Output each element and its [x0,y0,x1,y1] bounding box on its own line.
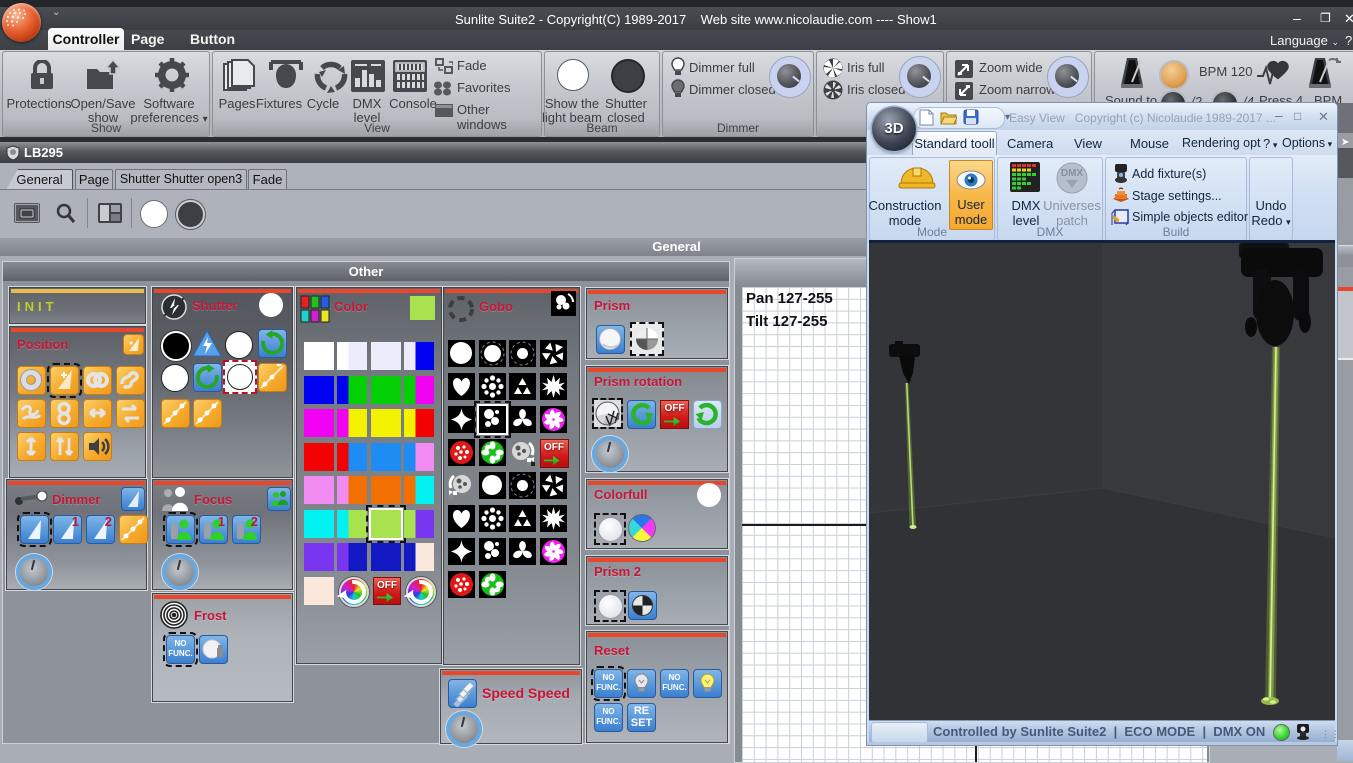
svg-text:DMX: DMX [1061,168,1084,179]
